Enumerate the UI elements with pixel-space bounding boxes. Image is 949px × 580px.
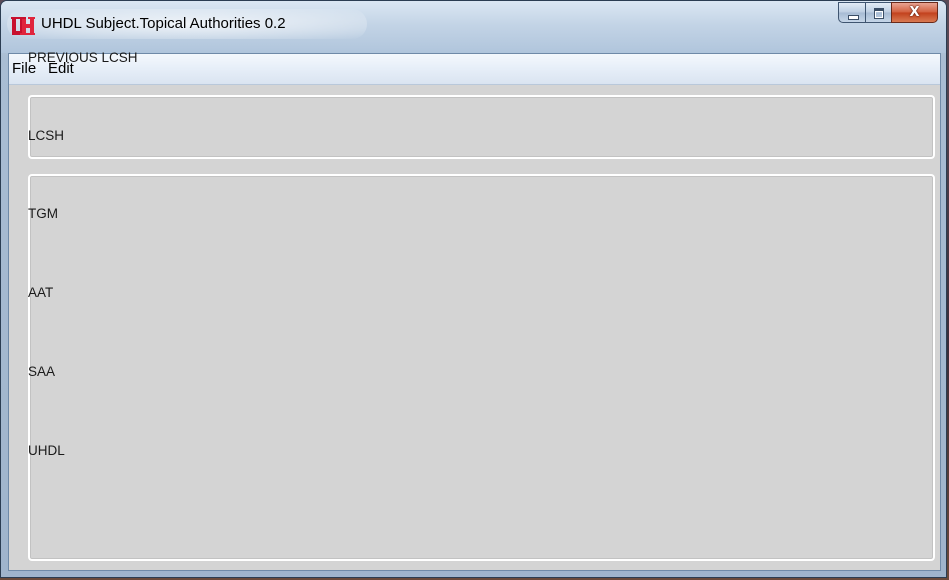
close-button[interactable]: X	[891, 2, 938, 23]
saa-label: SAA	[28, 364, 56, 379]
authorities-panel	[28, 174, 935, 561]
uh-logo-icon[interactable]	[11, 14, 35, 38]
app-window: UHDL Subject.Topical Authorities 0.2 X F…	[0, 0, 947, 578]
close-icon: X	[909, 5, 920, 20]
previous-lcsh-label: PREVIOUS LCSH	[28, 50, 138, 65]
client-area: File Edit	[8, 53, 941, 571]
maximize-button[interactable]	[865, 2, 891, 23]
minimize-icon	[848, 15, 859, 20]
caption-buttons: X	[838, 2, 938, 24]
previous-lcsh-panel	[28, 95, 935, 159]
title-bar[interactable]: UHDL Subject.Topical Authorities 0.2 X	[1, 1, 946, 53]
aat-label: AAT	[28, 285, 54, 300]
maximize-icon	[874, 8, 884, 19]
tgm-label: TGM	[28, 206, 58, 221]
uhdl-label: UHDL	[28, 443, 65, 458]
minimize-button[interactable]	[838, 2, 865, 23]
lcsh-label: LCSH	[28, 128, 65, 143]
menu-bar: File Edit	[9, 54, 940, 85]
window-title: UHDL Subject.Topical Authorities 0.2	[41, 15, 286, 32]
